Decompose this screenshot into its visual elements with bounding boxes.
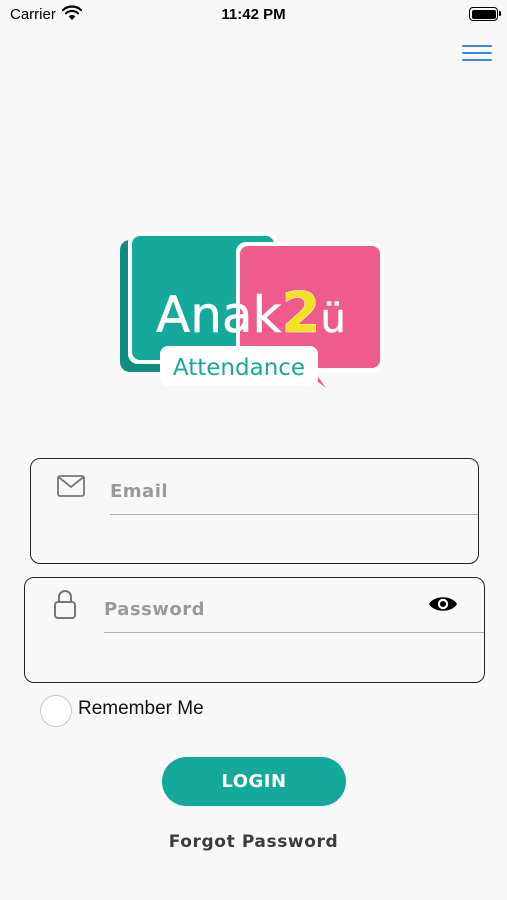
eye-icon[interactable] [428,594,458,614]
mail-icon [57,475,85,497]
battery-icon [469,7,501,21]
forgot-password-link[interactable]: Forgot Password [0,832,507,852]
login-button[interactable]: LOGIN [162,757,346,806]
remember-me-label: Remember Me [78,698,204,719]
clock: 11:42 PM [221,6,286,23]
logo-brand-suffix: ü [320,296,345,342]
password-field [24,577,485,683]
lock-icon [54,590,76,619]
email-field [30,458,479,564]
app-logo: Attendance Anak2ü [120,232,384,393]
email-input[interactable] [110,475,478,515]
status-bar: Carrier 11:42 PM [0,0,507,30]
hamburger-menu-icon[interactable] [462,44,492,64]
logo-brand-prefix: Anak [156,286,282,344]
password-input[interactable] [104,593,484,633]
logo-brand-number: 2 [282,281,321,346]
svg-text:Anak2ü: Anak2ü [156,281,346,346]
remember-me-radio[interactable] [40,695,72,727]
logo-subtitle: Attendance [173,355,305,381]
